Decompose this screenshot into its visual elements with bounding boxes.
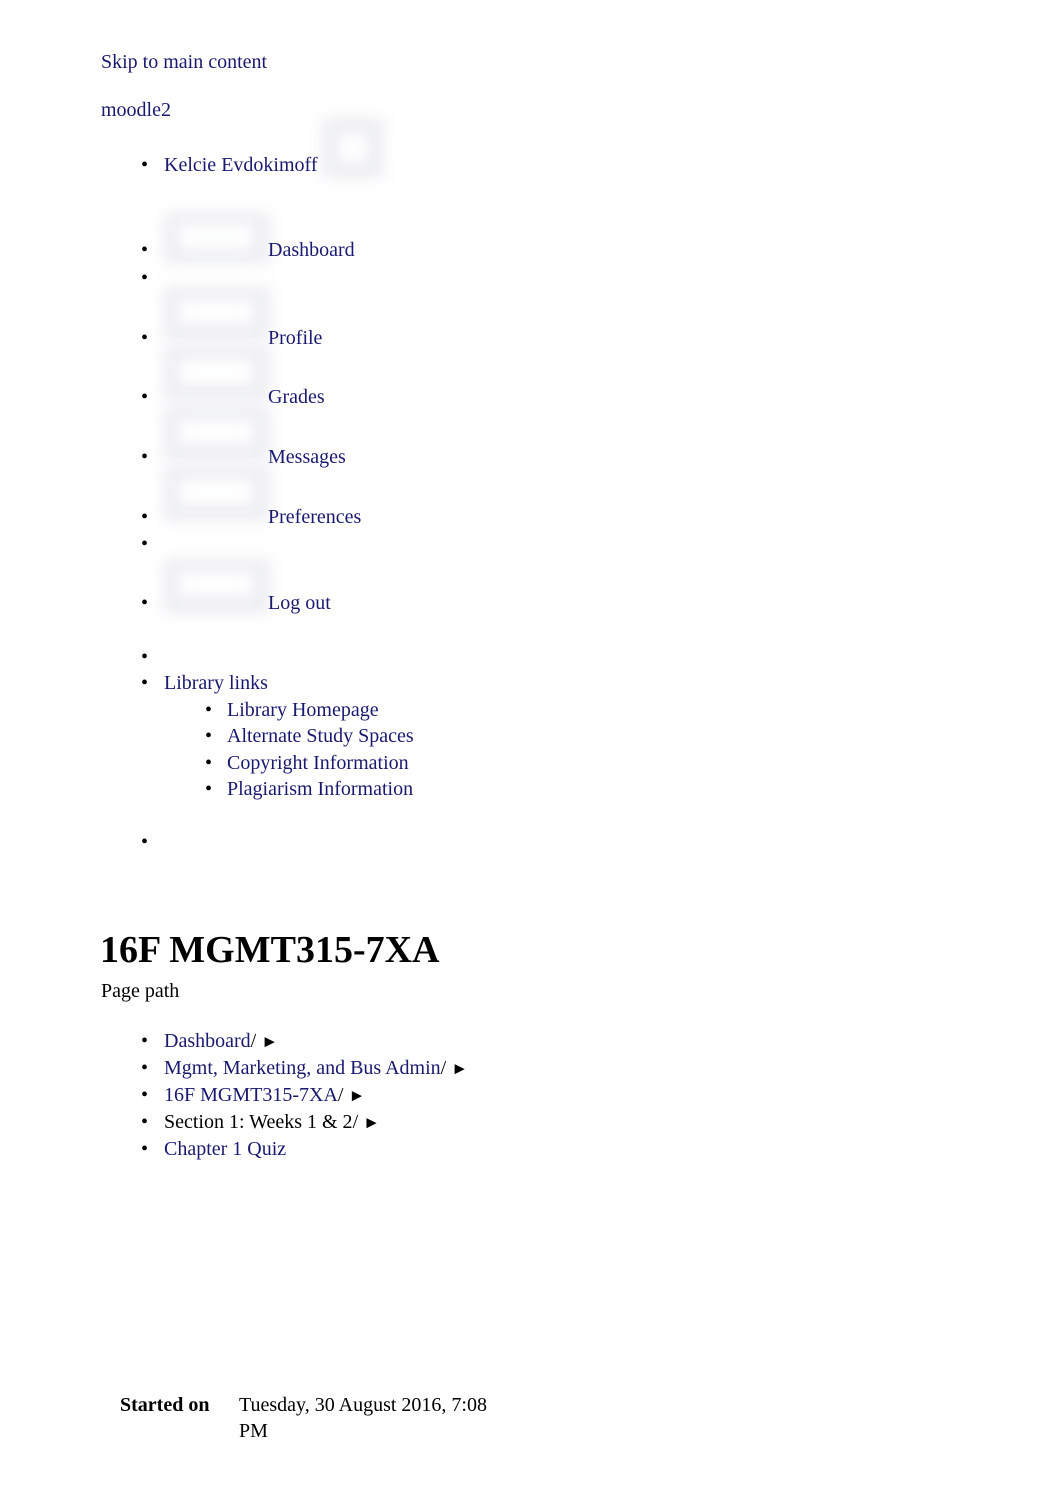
breadcrumb-link: Chapter 1 Quiz [164, 1136, 286, 1163]
breadcrumb-item-category[interactable]: • Mgmt, Marketing, and Bus Admin/ ► [0, 1055, 1062, 1082]
grades-icon-inner [179, 360, 253, 384]
list-bullet: • [141, 506, 149, 528]
breadcrumb-label: Dashboard [164, 1030, 251, 1052]
list-bullet: • [141, 646, 149, 668]
breadcrumb-link: Dashboard/ ► [164, 1028, 278, 1055]
breadcrumb-item-quiz[interactable]: • Chapter 1 Quiz [0, 1136, 1062, 1163]
started-on-value: Tuesday, 30 August 2016, 7:08 PM [239, 1394, 487, 1442]
list-bullet: • [141, 154, 149, 176]
breadcrumb-item-course[interactable]: • 16F MGMT315-7XA/ ► [0, 1082, 1062, 1109]
breadcrumb-plain-text: Section 1: Weeks 1 & 2/ ► [164, 1109, 380, 1136]
user-navigation-menu: • Kelcie Evdokimoff • Dashboard • • Prof… [0, 0, 1062, 880]
page-path-label: Page path [101, 980, 180, 1002]
breadcrumb-label: 16F MGMT315-7XA [164, 1084, 338, 1106]
list-bullet: • [141, 1111, 149, 1133]
chevron-right-icon: ► [261, 1032, 279, 1051]
user-menu-label-preferences: Preferences [268, 506, 362, 528]
user-menu-label-messages: Messages [268, 446, 346, 468]
breadcrumb-label: Chapter 1 Quiz [164, 1138, 287, 1160]
logout-icon-inner [179, 572, 253, 596]
messages-icon-inner [179, 420, 253, 444]
list-bullet: • [141, 533, 149, 555]
list-bullet: • [205, 699, 213, 721]
list-bullet: • [141, 1030, 149, 1052]
breadcrumb-label: Section 1: Weeks 1 & 2 [164, 1111, 353, 1133]
user-avatar-inner-glyph [339, 134, 367, 162]
page-root: Skip to main content moodle2 • Kelcie Ev… [0, 0, 1062, 1506]
breadcrumb-label: Mgmt, Marketing, and Bus Admin [164, 1057, 441, 1079]
profile-icon-inner [179, 300, 253, 324]
breadcrumb-separator: / [352, 1111, 359, 1133]
list-bullet: • [141, 327, 149, 349]
library-sublink-label: Plagiarism Information [227, 778, 414, 800]
user-menu-label-logout: Log out [268, 592, 331, 614]
library-sublink-label: Library Homepage [227, 699, 379, 721]
breadcrumb-link: 16F MGMT315-7XA/ ► [164, 1082, 365, 1109]
list-bullet: • [141, 446, 149, 468]
library-sublink-label: Copyright Information [227, 752, 409, 774]
breadcrumb-item-dashboard[interactable]: • Dashboard/ ► [0, 1028, 1062, 1055]
breadcrumb-item-section: • Section 1: Weeks 1 & 2/ ► [0, 1109, 1062, 1136]
list-bullet: • [205, 778, 213, 800]
dashboard-icon-inner [179, 225, 253, 249]
list-bullet: • [141, 1084, 149, 1106]
breadcrumb-separator: / [440, 1057, 447, 1079]
breadcrumb-separator: / [250, 1030, 257, 1052]
user-menu-label-profile: Profile [268, 327, 323, 349]
list-bullet: • [141, 1057, 149, 1079]
list-bullet: • [141, 831, 149, 853]
page-title: 16F MGMT315-7XA [100, 929, 440, 972]
library-links-label: Library links [164, 672, 268, 694]
chevron-right-icon: ► [451, 1059, 469, 1078]
list-bullet: • [141, 592, 149, 614]
preferences-icon-inner [179, 480, 253, 504]
library-sublink-label: Alternate Study Spaces [227, 725, 414, 747]
chevron-right-icon: ► [363, 1113, 380, 1132]
user-menu-label-dashboard: Dashboard [268, 239, 355, 261]
list-bullet: • [141, 386, 149, 408]
breadcrumb-link: Mgmt, Marketing, and Bus Admin/ ► [164, 1055, 468, 1082]
started-on-label: Started on [120, 1394, 210, 1416]
list-bullet: • [141, 672, 149, 694]
list-bullet: • [141, 267, 149, 289]
list-bullet: • [141, 1138, 149, 1160]
list-bullet: • [205, 752, 213, 774]
user-menu-label-grades: Grades [268, 386, 325, 408]
list-bullet: • [141, 239, 149, 261]
list-bullet: • [205, 725, 213, 747]
chevron-right-icon: ► [348, 1086, 366, 1105]
user-name-label: Kelcie Evdokimoff [164, 154, 318, 176]
breadcrumb: • Dashboard/ ► • Mgmt, Marketing, and Bu… [0, 1028, 1062, 1163]
breadcrumb-separator: / [337, 1084, 344, 1106]
